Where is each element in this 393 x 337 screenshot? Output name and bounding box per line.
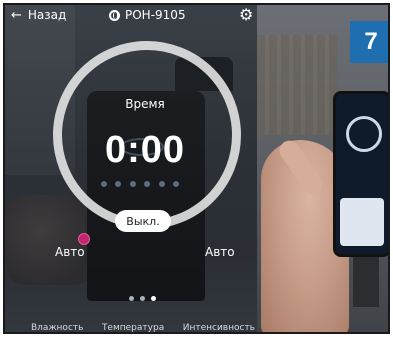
device-name-label: РОН-9105 [125,8,186,22]
mode-label-left: Авто [55,245,85,259]
dial-knob[interactable] [78,233,90,245]
app-screen: ← Назад РОН-9105 ⚙ Время 0:00 Выкл. Авто… [5,5,257,332]
device-title: РОН-9105 [109,8,186,22]
page-dot[interactable] [129,296,134,301]
back-label: Назад [27,8,67,22]
back-arrow-icon: ← [11,7,22,23]
page-indicator [129,296,156,301]
status-dot-icon [144,181,151,187]
page-dot[interactable] [140,296,145,301]
off-button[interactable]: Выкл. [115,210,171,232]
phone-panel-image [340,198,384,246]
status-dot-icon [158,181,165,187]
globe-icon [109,9,120,21]
status-dot-icon [172,181,179,187]
timer-label: Время [125,97,165,111]
status-dot-icon [129,181,136,187]
phone-image [333,91,388,257]
back-button[interactable]: ← Назад [11,8,66,22]
screenshot-frame: ← Назад РОН-9105 ⚙ Время 0:00 Выкл. Авто… [3,3,390,334]
phone-dial-image [346,116,382,152]
device-status-icons [101,181,179,195]
tab-temperature[interactable]: Температура [102,323,164,332]
background-bookshelf [257,35,337,135]
tab-humidity[interactable]: Влажность [31,323,83,332]
gear-icon[interactable]: ⚙ [239,7,253,23]
tab-intensity[interactable]: Интенсивность [183,323,255,332]
mode-label-right: Авто [205,245,235,259]
page-dot-active[interactable] [151,296,156,301]
step-number-badge: 7 [350,21,388,63]
phone-stand-image [353,257,379,307]
timer-value: 0:00 [104,129,186,171]
status-dot-icon [101,181,107,187]
top-bar: ← Назад РОН-9105 ⚙ [5,5,257,25]
bottom-tabs: Влажность Температура Интенсивность [5,323,257,332]
status-dot-icon [115,181,122,187]
